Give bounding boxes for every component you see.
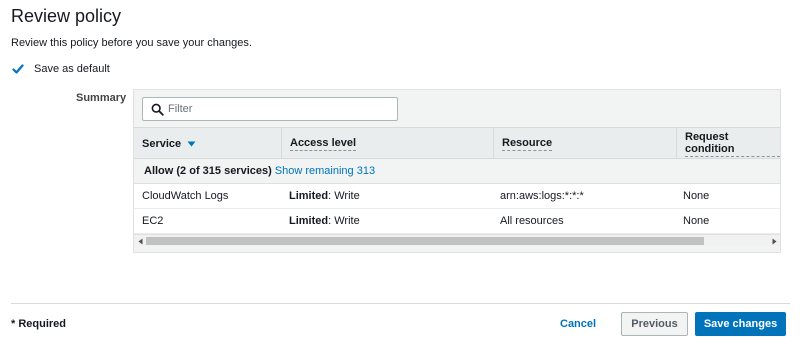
save-changes-button[interactable]: Save changes [695,312,786,336]
checkmark-icon [11,63,24,74]
request-condition-cell: None [683,215,710,227]
column-header-service-label: Service [142,137,182,150]
column-header-access-level-label: Access level [290,136,357,151]
table-row: EC2 Limited: Write All resources None [134,209,780,234]
service-link-ec2[interactable]: EC2 [142,209,163,233]
column-header-request-condition-label: Request condition [685,131,780,157]
save-as-default-row[interactable]: Save as default [11,62,110,75]
resource-cell: arn:aws:logs:*:*:* [500,190,584,202]
column-header-resource[interactable]: Resource [493,128,676,159]
scroll-left-arrow-icon[interactable] [136,237,144,245]
service-link-cloudwatch-logs[interactable]: CloudWatch Logs [142,184,228,208]
resource-cell: All resources [500,215,564,227]
table-row: CloudWatch Logs Limited: Write arn:aws:l… [134,184,780,209]
save-as-default-label: Save as default [34,62,110,75]
show-remaining-link[interactable]: Show remaining 313 [275,165,375,177]
access-level-cell: Limited: Write [289,209,360,233]
allow-group-label: Allow (2 of 315 services) [144,165,272,177]
access-level-strong: Limited [289,190,329,202]
caret-down-icon [187,141,196,147]
summary-panel: Service Access level Resource Request co… [133,89,781,253]
access-level-rest: : Write [328,190,360,202]
allow-group-row: Allow (2 of 315 services) Show remaining… [134,159,780,184]
search-icon [151,103,164,116]
footer-divider [11,303,790,304]
table-header: Service Access level Resource Request co… [134,127,780,159]
cancel-button[interactable]: Cancel [560,314,596,334]
scrollbar-thumb[interactable] [146,237,704,245]
summary-label: Summary [76,92,127,104]
access-level-rest: : Write [328,215,360,227]
previous-button[interactable]: Previous [621,312,688,336]
column-header-service[interactable]: Service [134,128,281,159]
request-condition-cell: None [683,190,710,202]
page-title: Review policy [11,6,122,26]
page-subtitle: Review this policy before you save your … [11,37,252,49]
horizontal-scrollbar[interactable] [134,234,780,246]
save-as-default-checkbox[interactable] [11,62,24,75]
filter-box[interactable] [142,97,398,121]
required-note: * Required [11,318,67,330]
column-header-resource-label: Resource [502,136,553,151]
filter-input[interactable] [168,103,388,115]
access-level-strong: Limited [289,215,329,227]
column-header-access-level[interactable]: Access level [281,128,493,159]
access-level-cell: Limited: Write [289,184,360,208]
scroll-right-arrow-icon[interactable] [770,237,778,245]
column-header-request-condition[interactable]: Request condition [676,128,780,159]
